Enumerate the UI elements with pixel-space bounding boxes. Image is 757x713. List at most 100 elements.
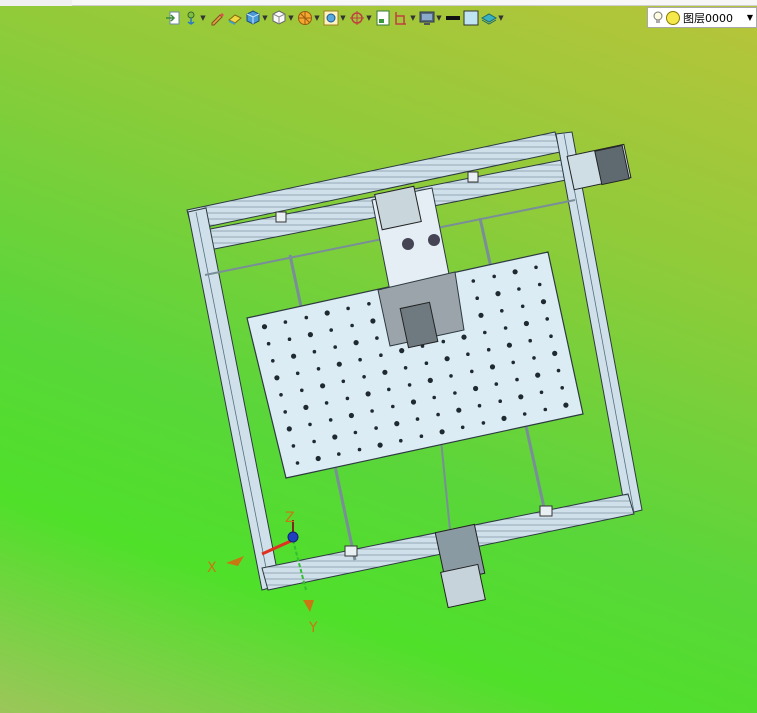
rotate-origin-tool[interactable]: ▼ [349, 8, 373, 28]
exit-sketch-icon [166, 11, 180, 25]
fill-color-tool[interactable] [463, 8, 479, 28]
plate-hole [295, 461, 300, 465]
plate-hole [475, 296, 480, 301]
plate-hole [307, 332, 313, 338]
plate-hole [523, 320, 530, 327]
top-window-strip [0, 0, 757, 6]
plate-hole [441, 339, 446, 344]
wireframe-display-tool[interactable]: ▼ [271, 8, 295, 28]
shaded-cube-icon [246, 10, 260, 25]
plate-hole [358, 357, 362, 362]
plate-hole [303, 404, 309, 410]
plate-hole [374, 426, 378, 430]
plate-hole [329, 328, 334, 332]
eraser-tool[interactable] [227, 8, 243, 28]
line-color-tool[interactable] [445, 8, 461, 28]
plate-hole [345, 396, 350, 401]
plate-hole [382, 369, 388, 375]
plate-hole [300, 388, 304, 393]
sheet-icon [376, 10, 390, 26]
chevron-down-icon[interactable]: ▼ [261, 10, 269, 26]
plate-hole [407, 383, 412, 387]
plate-hole [489, 364, 496, 370]
chevron-down-icon[interactable]: ▼ [339, 10, 347, 26]
chevron-down-icon[interactable]: ▼ [747, 13, 753, 22]
layer-stack-tool[interactable]: ▼ [481, 8, 505, 28]
plate-hole [495, 291, 501, 297]
display-tool[interactable]: ▼ [419, 8, 443, 28]
plate-hole [478, 312, 484, 318]
pencil-tool[interactable] [209, 8, 225, 28]
snap-icon [187, 11, 195, 25]
plate-hole [320, 383, 326, 389]
rail-bracket [344, 545, 358, 557]
plate-hole [424, 361, 429, 366]
rail-bracket [539, 505, 553, 517]
plate-hole [456, 407, 462, 413]
model-viewport[interactable]: X Y Z [0, 30, 757, 713]
plate-hole [399, 348, 405, 354]
plate-hole [304, 315, 309, 320]
plate-hole [391, 404, 395, 409]
snap-tool[interactable]: ▼ [183, 8, 207, 28]
plate-hole [377, 442, 383, 448]
plate-hole [403, 366, 408, 370]
plate-hole [279, 393, 283, 397]
chevron-down-icon[interactable]: ▼ [497, 10, 505, 26]
plate-hole [535, 372, 541, 378]
plate-hole [515, 377, 519, 382]
plate-hole [477, 403, 482, 408]
plate-hole [410, 399, 417, 405]
wireframe-cube-icon [272, 10, 286, 25]
plate-hole [540, 299, 547, 305]
shaded-display-tool[interactable]: ▼ [245, 8, 269, 28]
chevron-down-icon[interactable]: ▼ [199, 10, 207, 26]
bearing-icon [428, 234, 440, 246]
sheet-tool[interactable] [375, 8, 391, 28]
plate-hole [537, 282, 542, 287]
plate-hole [333, 345, 338, 349]
plate-hole [387, 387, 391, 392]
plate-hole [346, 306, 350, 311]
dimension-tool[interactable]: ▼ [393, 8, 417, 28]
plate-hole [460, 425, 465, 430]
layer-color-icon [666, 10, 680, 25]
plate-hole [291, 444, 296, 448]
cnc-frame-assembly [186, 131, 643, 609]
plate-hole [261, 324, 268, 330]
zoom-fit-tool[interactable]: ▼ [323, 8, 347, 28]
y-axis-motor-body [440, 563, 486, 609]
plate-hole [470, 369, 474, 374]
plate-hole [539, 390, 544, 395]
plate-hole [315, 455, 321, 462]
chevron-down-icon[interactable]: ▼ [365, 10, 373, 26]
plate-hole [419, 434, 424, 439]
chevron-down-icon[interactable]: ▼ [287, 10, 295, 26]
plate-hole [370, 318, 376, 324]
plate-hole [353, 340, 359, 346]
chevron-down-icon[interactable]: ▼ [409, 10, 417, 26]
chevron-down-icon[interactable]: ▼ [435, 10, 443, 26]
plate-hole [444, 356, 450, 362]
plate-hole [324, 401, 329, 405]
plate-hole [532, 356, 536, 360]
plate-hole [520, 304, 525, 309]
plate-hole [295, 371, 300, 376]
plate-hole [348, 412, 354, 419]
chevron-down-icon[interactable]: ▼ [313, 10, 321, 26]
plate-hole [436, 412, 440, 417]
exit-sketch-tool[interactable] [165, 8, 181, 28]
pencil-icon [211, 13, 224, 26]
plate-hole [512, 269, 518, 275]
plate-hole [337, 452, 341, 456]
plate-hole [518, 394, 524, 400]
plate-hole [498, 399, 503, 404]
fill-color-icon [463, 10, 479, 26]
layer-selector[interactable]: 图层0000 ▼ [647, 7, 757, 28]
section-view-tool[interactable]: ▼ [297, 8, 321, 28]
plate-hole [453, 391, 457, 395]
plate-hole [375, 336, 379, 340]
plate-hole [328, 418, 333, 422]
line-color-icon [446, 16, 460, 20]
plate-hole [370, 409, 374, 413]
